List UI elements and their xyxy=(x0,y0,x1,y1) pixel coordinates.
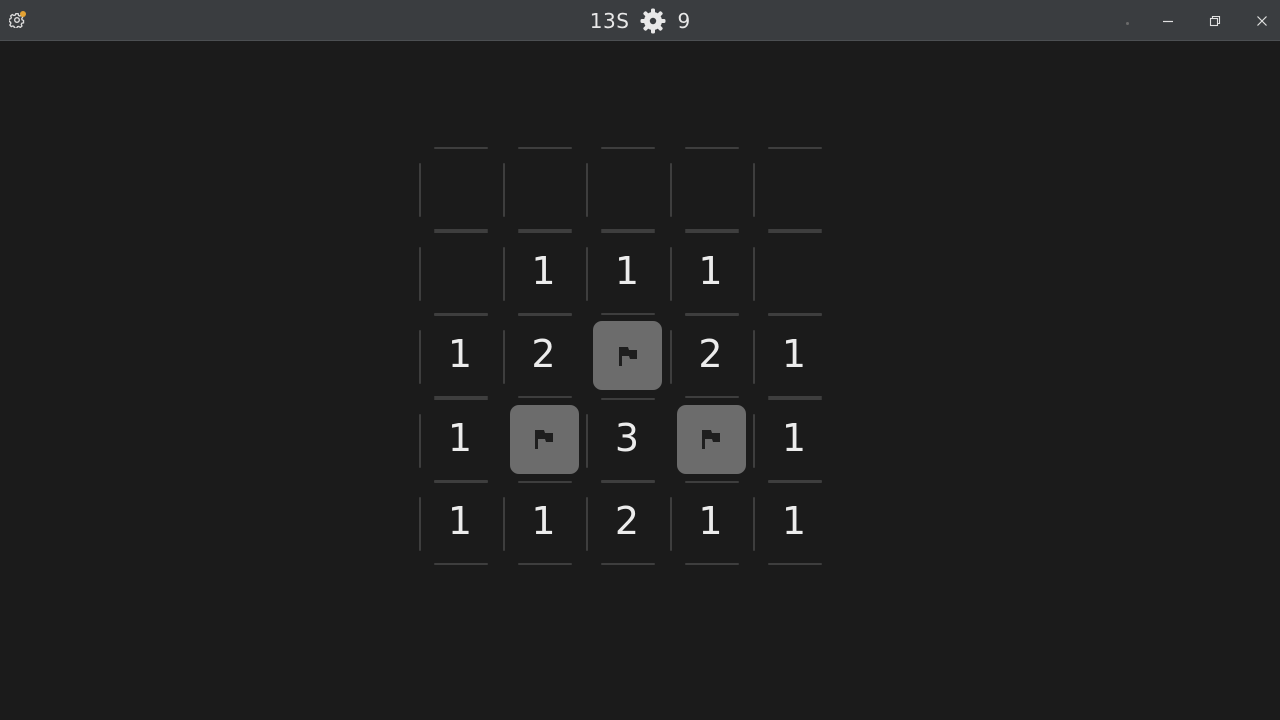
grid-line xyxy=(586,413,588,468)
board-cell-r3-c3[interactable] xyxy=(585,312,669,396)
grid-line xyxy=(753,413,755,468)
board-cell-r4-c4[interactable] xyxy=(669,396,753,480)
cell-number: 1 xyxy=(781,415,807,460)
board-cell-r1-c3[interactable] xyxy=(585,145,669,231)
board-cell-r4-c1[interactable]: 1 xyxy=(418,396,502,482)
minimize-button[interactable] xyxy=(1145,0,1191,41)
cell-number: 2 xyxy=(531,332,556,376)
grid-line xyxy=(586,497,588,551)
board-cell-r2-c4[interactable]: 1 xyxy=(669,229,753,315)
cell-number: 1 xyxy=(614,248,640,293)
flag-icon xyxy=(593,321,662,390)
restore-icon xyxy=(1209,15,1221,26)
game-status: 13S 9 xyxy=(560,0,720,41)
restore-button[interactable] xyxy=(1192,0,1238,41)
board-cell-r2-c5[interactable] xyxy=(752,229,836,315)
cell-number: 1 xyxy=(531,248,556,293)
grid-line xyxy=(586,246,588,301)
flag-icon xyxy=(676,404,746,474)
board-cell-r3-c2[interactable]: 2 xyxy=(502,312,586,398)
cell-number: 1 xyxy=(781,332,807,376)
board-cell-r5-c4[interactable]: 1 xyxy=(669,479,753,565)
grid-line xyxy=(669,163,672,217)
cell-number: 1 xyxy=(781,499,807,543)
grid-line xyxy=(669,497,672,551)
cell-number: 1 xyxy=(698,248,723,293)
board-cell-r2-c3[interactable]: 1 xyxy=(585,229,669,315)
cell-number: 1 xyxy=(447,332,473,376)
grid-line xyxy=(419,413,421,468)
board-cell-r5-c5[interactable]: 1 xyxy=(752,479,836,565)
board-cell-r2-c1[interactable] xyxy=(418,229,502,315)
cell-number: 1 xyxy=(698,499,723,543)
cell-number: 3 xyxy=(614,415,640,460)
window-indicator-dot xyxy=(1126,22,1129,25)
close-icon xyxy=(1257,15,1267,26)
board-cell-r3-c4[interactable]: 2 xyxy=(669,312,753,398)
cell-number: 2 xyxy=(698,332,723,376)
grid-line xyxy=(753,246,755,301)
grid-line xyxy=(753,497,755,551)
timer: 13S xyxy=(589,8,630,33)
grid-line xyxy=(753,330,755,384)
cell-number: 2 xyxy=(614,499,640,543)
grid-line xyxy=(502,497,505,551)
grid-line xyxy=(419,246,421,301)
cell-number: 1 xyxy=(531,499,556,543)
app-settings-button[interactable] xyxy=(7,10,27,30)
notification-dot xyxy=(20,11,26,17)
minefield-board: 1 1 1 1 2 2 1 1 3 1 1 1 2 1 1 xyxy=(418,145,838,570)
close-button[interactable] xyxy=(1239,0,1280,41)
grid-line xyxy=(669,246,672,301)
grid-line xyxy=(753,163,755,217)
grid-line xyxy=(586,163,588,217)
board-cell-r3-c1[interactable]: 1 xyxy=(418,312,502,398)
board-cell-r3-c5[interactable]: 1 xyxy=(752,312,836,398)
mines-remaining: 9 xyxy=(677,8,691,33)
grid-line xyxy=(669,330,672,384)
grid-line xyxy=(419,163,421,217)
board-cell-r5-c1[interactable]: 1 xyxy=(418,479,502,565)
board-cell-r1-c5[interactable] xyxy=(752,145,836,231)
cell-number: 1 xyxy=(447,415,473,460)
minimize-icon xyxy=(1163,20,1173,22)
mine-icon xyxy=(640,8,666,33)
cell-number: 1 xyxy=(447,499,473,543)
grid-line xyxy=(502,246,505,301)
flag-icon xyxy=(509,404,579,474)
board-cell-r1-c4[interactable] xyxy=(669,145,753,231)
board-cell-r5-c2[interactable]: 1 xyxy=(502,479,586,565)
title-bar: 13S 9 xyxy=(0,0,1280,41)
board-cell-r4-c3[interactable]: 3 xyxy=(585,396,669,482)
grid-line xyxy=(419,497,421,551)
grid-line xyxy=(502,163,505,217)
board-cell-r1-c2[interactable] xyxy=(502,145,586,231)
board-cell-r1-c1[interactable] xyxy=(418,145,502,231)
grid-line xyxy=(502,330,505,384)
board-cell-r2-c2[interactable]: 1 xyxy=(502,229,586,315)
board-cell-r4-c5[interactable]: 1 xyxy=(752,396,836,482)
board-cell-r5-c3[interactable]: 2 xyxy=(585,479,669,565)
grid-line xyxy=(419,330,421,384)
board-cell-r4-c2[interactable] xyxy=(502,396,586,480)
